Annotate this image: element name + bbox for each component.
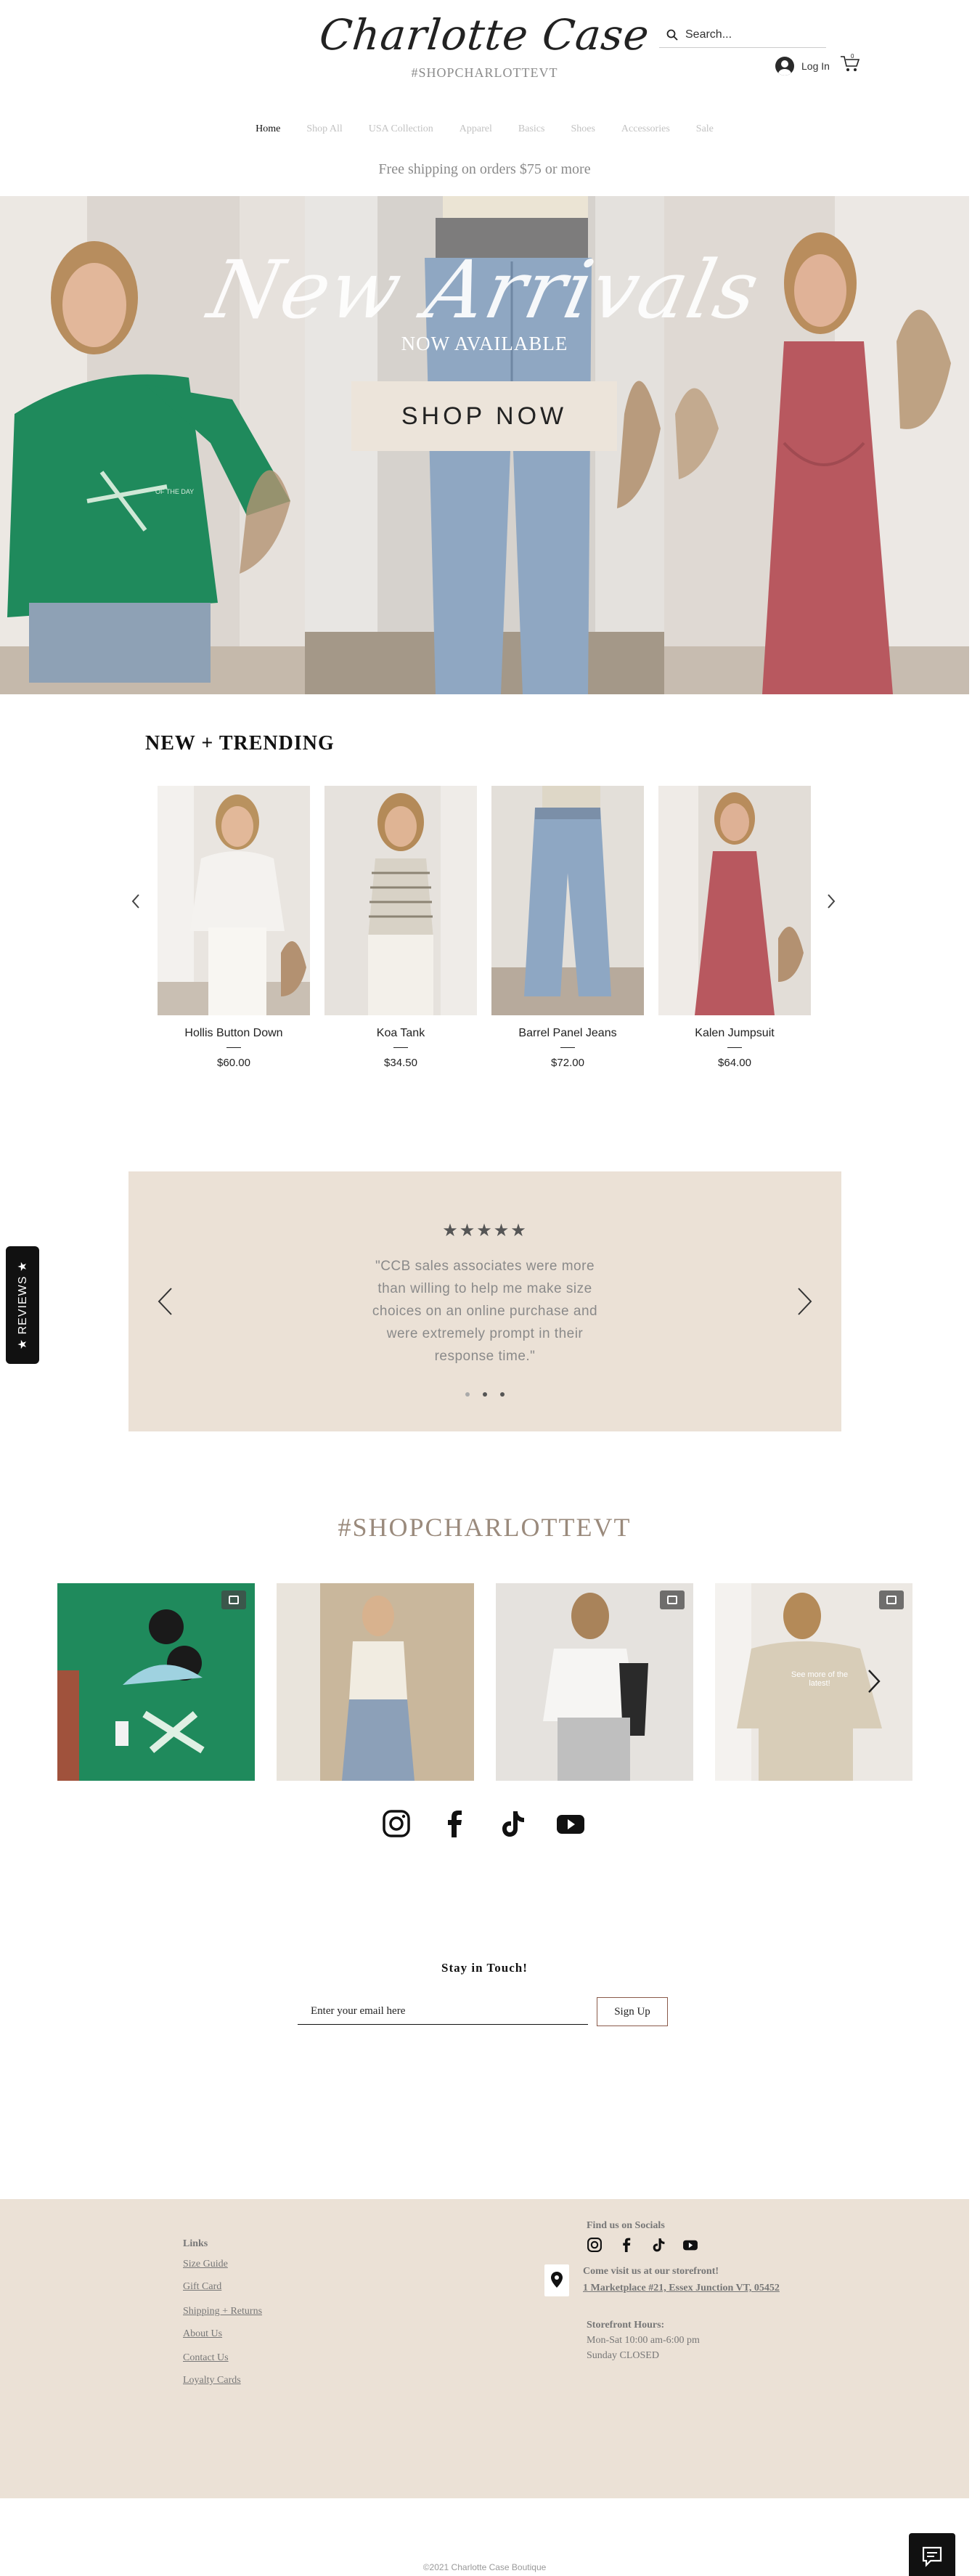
nav-item-shoes[interactable]: Shoes xyxy=(571,123,595,135)
footer xyxy=(0,2199,969,2498)
reel-icon xyxy=(221,1590,246,1609)
nav-item-sale[interactable]: Sale xyxy=(696,123,714,135)
product-photo xyxy=(491,786,644,1015)
footer-hours-sunday: Sunday CLOSED xyxy=(587,2350,659,2361)
product-photo xyxy=(658,786,811,1015)
reviews-tab-label: ★ REVIEWS ★ xyxy=(17,1260,29,1350)
signup-button[interactable]: Sign Up xyxy=(597,1997,668,2026)
shop-now-button[interactable]: SHOP NOW xyxy=(351,381,617,451)
user-avatar-icon xyxy=(775,57,794,76)
footer-social-links xyxy=(587,2237,698,2253)
tiktok-icon[interactable] xyxy=(650,2237,666,2253)
footer-link-size-guide[interactable]: Size Guide xyxy=(183,2259,228,2270)
product-name[interactable]: Barrel Panel Jeans xyxy=(491,1027,644,1040)
rating-stars: ★★★★★ xyxy=(442,1220,528,1240)
footer-links-title: Links xyxy=(183,2238,208,2249)
review-quote: "CCB sales associates were more than wil… xyxy=(372,1259,598,1364)
copyright: ©2021 Charlotte Case Boutique xyxy=(422,2562,547,2572)
main-nav: Home Shop All USA Collection Apparel Bas… xyxy=(0,123,969,135)
product-price: $72.00 xyxy=(551,1057,584,1069)
cart-icon[interactable]: 0 xyxy=(839,52,861,74)
product-image-barrel-jeans[interactable] xyxy=(491,786,644,1015)
product-price: $34.50 xyxy=(384,1057,417,1069)
instagram-icon[interactable] xyxy=(381,1808,412,1839)
post-overlay-text: See more of the latest! xyxy=(791,1670,849,1688)
footer-link-loyalty[interactable]: Loyalty Cards xyxy=(183,2375,241,2386)
product-name[interactable]: Hollis Button Down xyxy=(158,1027,310,1040)
footer-hours-title: Storefront Hours: xyxy=(587,2320,665,2331)
instagram-post[interactable]: See more of the latest! xyxy=(715,1583,912,1781)
feed-next-icon[interactable] xyxy=(867,1669,881,1694)
email-input[interactable] xyxy=(298,1999,588,2025)
instagram-icon[interactable] xyxy=(587,2237,603,2253)
review-pagination xyxy=(128,1392,841,1397)
newsletter-title: Stay in Touch! xyxy=(441,1961,528,1975)
search-icon xyxy=(666,29,678,41)
product-name[interactable]: Koa Tank xyxy=(324,1027,477,1040)
hero-subtitle: NOW AVAILABLE xyxy=(401,333,568,354)
facebook-icon[interactable] xyxy=(618,2237,634,2253)
review-dot[interactable] xyxy=(483,1392,487,1397)
reel-icon xyxy=(879,1590,904,1609)
svg-text:0: 0 xyxy=(851,53,854,60)
reel-icon xyxy=(660,1590,685,1609)
shirt-print-text: OF THE DAY xyxy=(155,488,195,495)
review-next-icon[interactable] xyxy=(797,1287,813,1316)
youtube-icon[interactable] xyxy=(555,1808,586,1839)
search-input[interactable] xyxy=(685,28,816,41)
search-bar[interactable] xyxy=(659,22,826,48)
product-name[interactable]: Kalen Jumpsuit xyxy=(658,1027,811,1040)
login-button[interactable]: Log In xyxy=(775,57,830,76)
carousel-prev-icon[interactable] xyxy=(131,893,141,909)
post-photo xyxy=(277,1583,474,1781)
product-photo xyxy=(324,786,477,1015)
post-photo xyxy=(496,1583,693,1781)
review-dot[interactable] xyxy=(500,1392,505,1397)
nav-item-usa-collection[interactable]: USA Collection xyxy=(369,123,433,135)
location-pin-icon xyxy=(551,2272,563,2288)
review-dot[interactable] xyxy=(465,1392,470,1397)
nav-item-accessories[interactable]: Accessories xyxy=(621,123,670,135)
nav-item-basics[interactable]: Basics xyxy=(518,123,545,135)
footer-link-about[interactable]: About Us xyxy=(183,2328,222,2340)
post-photo xyxy=(57,1583,255,1781)
product-photo xyxy=(158,786,310,1015)
footer-link-shipping-returns[interactable]: Shipping + Returns xyxy=(183,2306,262,2317)
footer-socials-title: Find us on Socials xyxy=(587,2220,665,2231)
social-links xyxy=(381,1808,586,1839)
hero-title: New Arrivals xyxy=(201,243,768,336)
product-divider xyxy=(226,1047,241,1048)
footer-hours-weekday: Mon-Sat 10:00 am-6:00 pm xyxy=(587,2335,700,2346)
product-divider xyxy=(393,1047,408,1048)
product-price: $64.00 xyxy=(718,1057,751,1069)
carousel-next-icon[interactable] xyxy=(826,893,836,909)
nav-item-shop-all[interactable]: Shop All xyxy=(306,123,342,135)
reviews-side-tab[interactable]: ★ REVIEWS ★ xyxy=(6,1246,39,1364)
location-pin-button[interactable] xyxy=(544,2264,569,2296)
footer-link-gift-card[interactable]: Gift Card xyxy=(183,2281,221,2293)
nav-item-home[interactable]: Home xyxy=(256,123,280,135)
trending-title: NEW + TRENDING xyxy=(145,732,335,755)
instagram-post[interactable] xyxy=(496,1583,693,1781)
instagram-post[interactable] xyxy=(277,1583,474,1781)
login-label: Log In xyxy=(801,60,830,72)
product-divider xyxy=(727,1047,742,1048)
shipping-banner: Free shipping on orders $75 or more xyxy=(378,161,591,177)
footer-link-contact[interactable]: Contact Us xyxy=(183,2352,229,2364)
product-image-koa[interactable] xyxy=(324,786,477,1015)
facebook-icon[interactable] xyxy=(439,1808,470,1839)
instagram-post[interactable] xyxy=(57,1583,255,1781)
footer-address-link[interactable]: 1 Marketplace #21, Essex Junction VT, 05… xyxy=(583,2283,780,2294)
product-image-hollis[interactable] xyxy=(158,786,310,1015)
product-image-kalen-jumpsuit[interactable] xyxy=(658,786,811,1015)
tiktok-icon[interactable] xyxy=(497,1808,528,1839)
product-divider xyxy=(560,1047,575,1048)
footer-visit-title: Come visit us at our storefront! xyxy=(583,2266,719,2277)
instagram-hashtag: #SHOPCHARLOTTEVT xyxy=(338,1513,632,1542)
product-price: $60.00 xyxy=(217,1057,250,1069)
review-prev-icon[interactable] xyxy=(157,1287,173,1316)
nav-item-apparel[interactable]: Apparel xyxy=(460,123,492,135)
youtube-icon[interactable] xyxy=(682,2237,698,2253)
